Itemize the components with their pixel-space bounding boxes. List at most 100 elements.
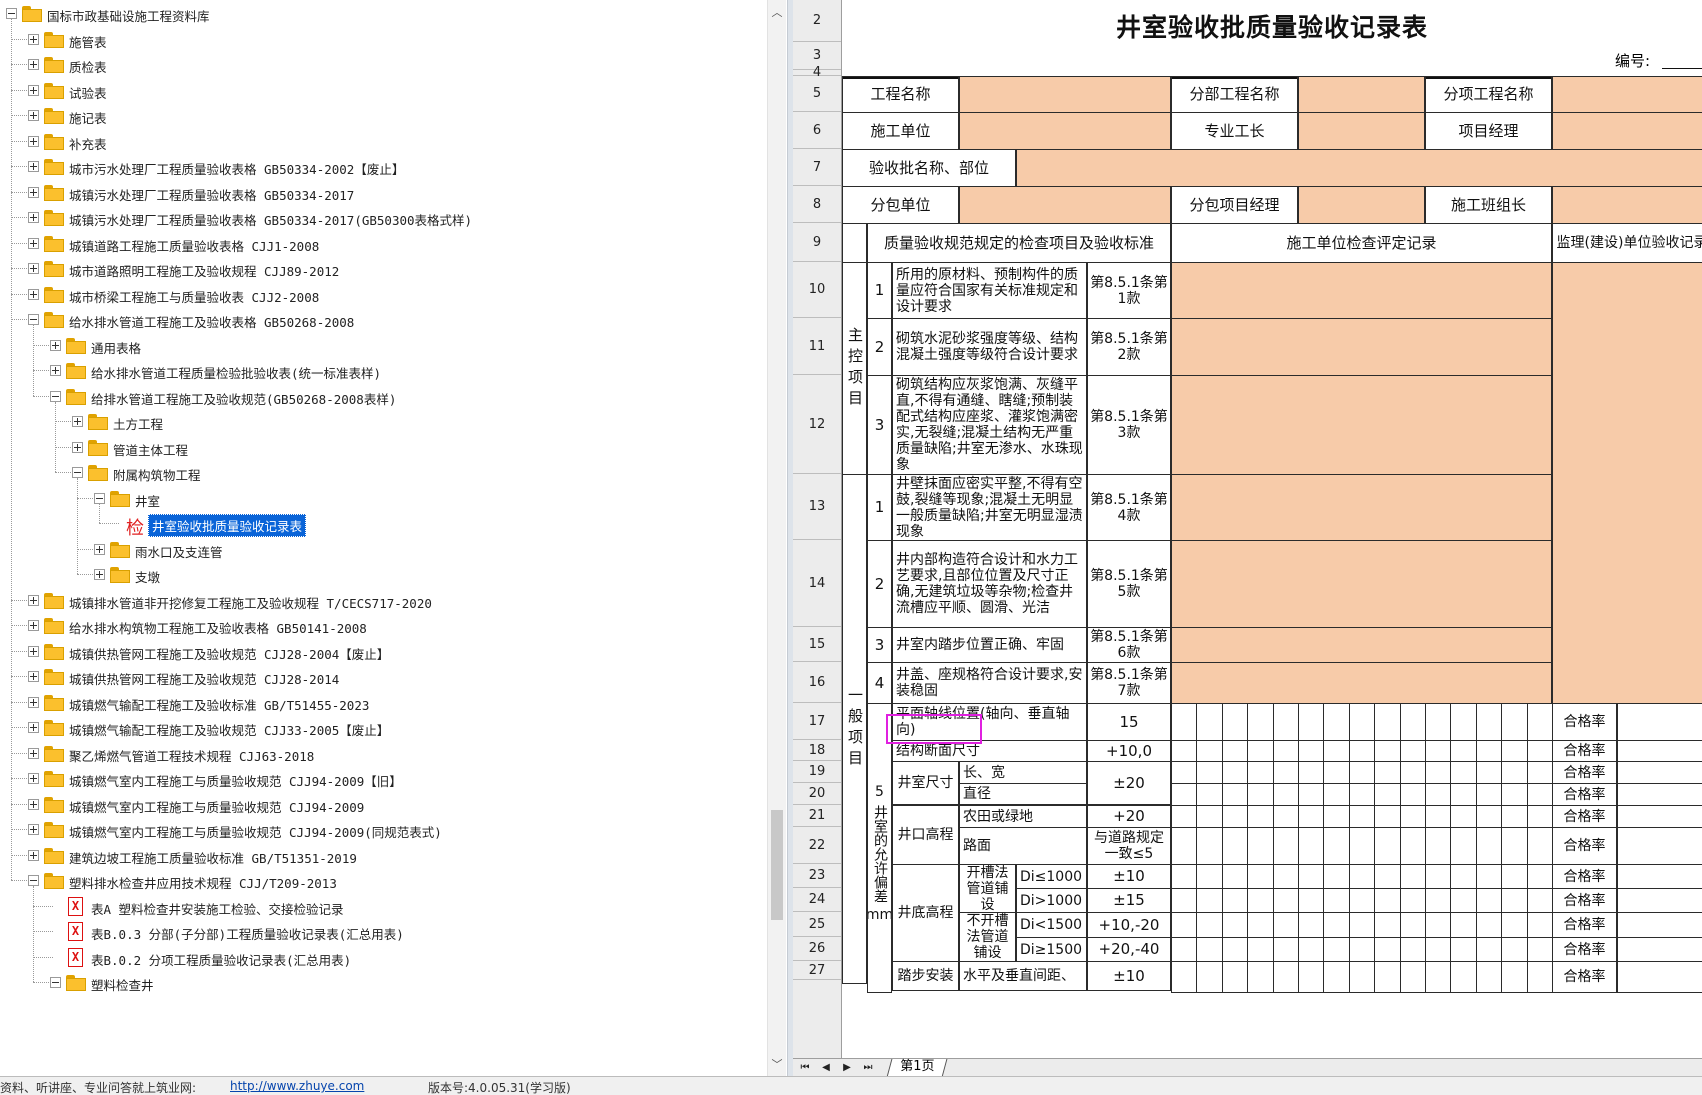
expand-plus-icon[interactable] [28,747,39,759]
measurement-cell[interactable] [1221,912,1249,938]
measurement-cell[interactable] [1425,937,1452,962]
measurement-cell[interactable] [1399,864,1426,889]
item-record-input[interactable] [1171,540,1552,628]
sheet-tab-1[interactable]: 第1页 [886,1059,948,1077]
measurement-cell[interactable] [1501,827,1528,865]
tree-item[interactable]: X 表A 塑料检查井安装施工检验、交接检验记录 [0,896,765,921]
measurement-cell[interactable] [1501,783,1528,806]
input-batch-name[interactable] [1016,149,1702,187]
expand-plus-icon[interactable] [28,263,39,274]
row-number[interactable]: 14 [793,540,841,627]
input-foreman[interactable] [1298,112,1425,150]
collapse-minus-icon[interactable] [50,977,61,988]
row-number[interactable]: 18 [793,740,841,761]
tree-scrollbar[interactable]: ︿ ﹀ [767,0,786,1076]
expand-plus-icon[interactable] [72,441,83,453]
measurement-cell[interactable] [1348,783,1376,806]
measurement-cell[interactable] [1298,888,1325,913]
measurement-cell[interactable] [1171,912,1198,938]
measurement-cell[interactable] [1247,761,1274,784]
measurement-cell[interactable] [1526,761,1553,784]
measurement-cell[interactable] [1298,827,1325,865]
pass-rate-input[interactable] [1617,912,1702,938]
measurement-cell[interactable] [1196,805,1223,828]
expand-plus-icon[interactable] [28,824,39,835]
measurement-cell[interactable] [1501,888,1528,913]
measurement-cell[interactable] [1323,761,1350,784]
row-number[interactable]: 10 [793,262,841,318]
input-subcontractor[interactable] [959,186,1171,224]
row-number[interactable]: 24 [793,888,841,912]
measurement-cell[interactable] [1323,805,1350,828]
tree-item[interactable]: X 表B.0.3 分部(子分部)工程质量验收记录表(汇总用表) [0,921,765,946]
tree-item[interactable]: 城镇燃气室内工程施工与质量验收规范 CJJ94-2009 [0,794,765,819]
expand-plus-icon[interactable] [28,594,39,606]
tree-item[interactable]: 管道主体工程 [0,437,765,462]
measurement-cell[interactable] [1323,937,1350,962]
measurement-cell[interactable] [1450,703,1477,741]
measurement-cell[interactable] [1348,888,1376,913]
input-sub-division[interactable] [1298,76,1425,113]
measurement-cell[interactable] [1425,888,1452,913]
tree-item[interactable]: 城镇供热管网工程施工及验收规范 CJJ28-2004【废止】 [0,641,765,666]
measurement-cell[interactable] [1196,912,1223,938]
measurement-cell[interactable] [1298,805,1325,828]
measurement-cell[interactable] [1221,740,1249,762]
expand-plus-icon[interactable] [94,543,105,555]
measurement-cell[interactable] [1298,740,1325,762]
measurement-cell[interactable] [1247,888,1274,913]
measurement-cell[interactable] [1425,703,1452,741]
row-number[interactable]: 11 [793,318,841,375]
measurement-cell[interactable] [1196,783,1223,806]
measurement-cell[interactable] [1374,937,1401,962]
measurement-cell[interactable] [1425,740,1452,762]
tree-item[interactable]: 国标市政基础设施工程资料库 [0,3,765,28]
tree-item[interactable]: 城镇燃气输配工程施工及验收标准 GB/T51455-2023 [0,692,765,717]
tree-item[interactable]: 城镇燃气室内工程施工与质量验收规范 CJJ94-2009(同规范表式) [0,819,765,844]
collapse-minus-icon[interactable] [6,8,17,19]
measurement-cell[interactable] [1221,961,1249,993]
measurement-cell[interactable] [1374,888,1401,913]
measurement-cell[interactable] [1348,805,1376,828]
expand-plus-icon[interactable] [28,722,39,733]
measurement-cell[interactable] [1450,937,1477,962]
tree-item[interactable]: 通用表格 [0,335,765,360]
measurement-cell[interactable] [1171,740,1198,762]
measurement-cell[interactable] [1247,783,1274,806]
measurement-cell[interactable] [1247,937,1274,962]
measurement-cell[interactable] [1399,961,1426,993]
expand-plus-icon[interactable] [28,645,39,657]
measurement-cell[interactable] [1399,783,1426,806]
measurement-cell[interactable] [1221,864,1249,889]
measurement-cell[interactable] [1247,864,1274,889]
pass-rate-input[interactable] [1617,740,1702,762]
tree-item[interactable]: 试验表 [0,80,765,105]
collapse-minus-icon[interactable] [50,390,61,402]
measurement-cell[interactable] [1374,761,1401,784]
row-number[interactable]: 8 [793,186,841,223]
measurement-cell[interactable] [1171,961,1198,993]
measurement-cell[interactable] [1272,703,1299,741]
scroll-up-icon[interactable]: ︿ [768,4,786,22]
tree-item[interactable]: 雨水口及支连管 [0,539,765,564]
measurement-cell[interactable] [1323,783,1350,806]
measurement-cell[interactable] [1196,761,1223,784]
measurement-cell[interactable] [1425,827,1452,865]
item-record-input[interactable] [1171,262,1552,319]
tree-item[interactable]: 城镇燃气室内工程施工与质量验收规范 CJJ94-2009【旧】 [0,768,765,793]
measurement-cell[interactable] [1374,912,1401,938]
measurement-cell[interactable] [1425,805,1452,828]
measurement-cell[interactable] [1399,827,1426,865]
measurement-cell[interactable] [1526,912,1553,938]
measurement-cell[interactable] [1526,864,1553,889]
tree-item[interactable]: 给水排水管道工程施工及验收表格 GB50268-2008 [0,309,765,334]
measurement-cell[interactable] [1298,864,1325,889]
first-sheet-icon[interactable]: ⏮ [796,1060,814,1076]
measurement-cell[interactable] [1221,703,1249,741]
measurement-cell[interactable] [1374,827,1401,865]
measurement-cell[interactable] [1374,864,1401,889]
measurement-cell[interactable] [1425,912,1452,938]
row-number[interactable]: 22 [793,827,841,864]
measurement-cell[interactable] [1399,761,1426,784]
tree-item[interactable]: 城镇燃气输配工程施工及验收规范 CJJ33-2005【废止】 [0,717,765,742]
